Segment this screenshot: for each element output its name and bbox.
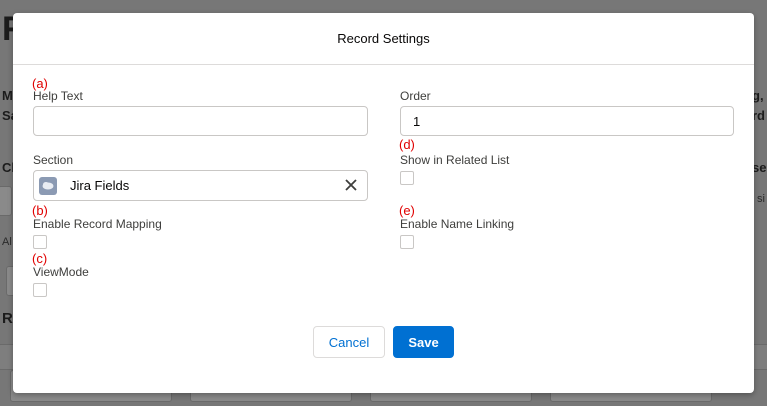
show-in-related-list-label: Show in Related List (400, 153, 510, 167)
modal-title: Record Settings (337, 31, 430, 46)
show-in-related-list-checkbox[interactable] (400, 171, 414, 185)
view-mode-checkbox[interactable] (33, 283, 47, 297)
bg-field (0, 186, 12, 216)
section-lookup[interactable]: Jira Fields (33, 170, 368, 201)
help-text-label: Help Text (33, 89, 83, 103)
enable-record-mapping-checkbox[interactable] (33, 235, 47, 249)
object-icon (39, 176, 57, 195)
save-button[interactable]: Save (393, 326, 454, 358)
marker-e: (e) (399, 203, 415, 218)
bg-label: si (757, 193, 765, 205)
order-label: Order (400, 89, 431, 103)
view-mode-label: ViewMode (33, 265, 89, 279)
bg-label: Al (2, 236, 12, 248)
marker-b: (b) (32, 203, 48, 218)
cancel-button[interactable]: Cancel (313, 326, 385, 358)
enable-name-linking-label: Enable Name Linking (400, 217, 515, 231)
marker-c: (c) (32, 251, 48, 266)
help-text-input[interactable] (33, 106, 368, 136)
record-settings-modal: Record Settings (a) Help Text Section Ji… (13, 13, 754, 393)
section-value: Jira Fields (70, 178, 130, 193)
marker-d: (d) (399, 137, 415, 152)
enable-record-mapping-label: Enable Record Mapping (33, 217, 162, 231)
section-label: Section (33, 153, 74, 167)
bg-label: se (752, 160, 767, 175)
bg-label: M (2, 88, 13, 103)
modal-header: Record Settings (13, 13, 754, 65)
order-input[interactable] (400, 106, 734, 136)
enable-name-linking-checkbox[interactable] (400, 235, 414, 249)
clear-icon[interactable] (343, 177, 359, 193)
